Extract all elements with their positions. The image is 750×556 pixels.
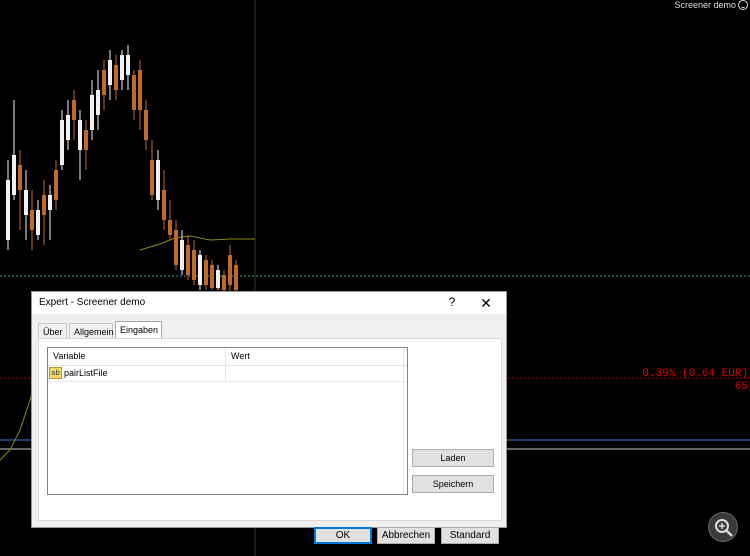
close-button[interactable]: ✕: [478, 295, 494, 311]
candle-body: [114, 65, 118, 90]
candle-body: [48, 195, 52, 210]
candle-body: [222, 275, 226, 290]
dialog-title: Expert - Screener demo: [39, 297, 146, 308]
expert-dialog: Expert - Screener demo ? ✕ Über Allgemei…: [31, 291, 507, 544]
candle-body: [192, 250, 196, 280]
table-row[interactable]: ab pairListFile: [48, 366, 407, 382]
candle-body: [204, 260, 208, 285]
candle-body: [60, 120, 64, 165]
candle-body: [228, 255, 232, 285]
candle-body: [108, 60, 112, 85]
candle-body: [168, 220, 172, 235]
tab-ueber[interactable]: Über: [38, 323, 67, 339]
candle-body: [156, 160, 160, 200]
inputs-table[interactable]: Variable Wert ab pairListFile: [47, 347, 408, 495]
candle-body: [150, 160, 154, 195]
chart-title: Screener demo: [674, 0, 736, 10]
cancel-button[interactable]: Abbrechen: [377, 527, 435, 544]
candle-body: [102, 70, 106, 95]
save-button[interactable]: Speichern: [412, 475, 494, 493]
candles: [6, 45, 238, 291]
column-variable[interactable]: Variable: [53, 351, 85, 361]
candle-body: [12, 155, 16, 195]
table-scrollbar[interactable]: [403, 348, 407, 494]
candle-body: [162, 190, 166, 220]
candle-body: [210, 265, 214, 288]
ok-button[interactable]: OK: [314, 527, 372, 544]
inputs-panel: Variable Wert ab pairListFile Laden Spei…: [38, 338, 502, 521]
candle-body: [198, 255, 202, 285]
tab-eingaben[interactable]: Eingaben: [115, 321, 162, 339]
candle-body: [6, 180, 10, 240]
candle-body: [24, 190, 28, 215]
column-wert[interactable]: Wert: [231, 351, 250, 361]
candle-body: [18, 165, 22, 190]
default-button[interactable]: Standard: [441, 527, 499, 544]
load-button[interactable]: Laden: [412, 449, 494, 467]
candle-body: [42, 195, 46, 215]
string-type-icon: ab: [49, 367, 62, 379]
profit-percent-label: 0.39% (0.64 EUR): [642, 368, 748, 380]
table-header: Variable Wert: [48, 348, 407, 366]
candle-body: [120, 55, 124, 80]
moving-average: [139, 235, 255, 251]
candle-body: [234, 265, 238, 290]
zoom-icon[interactable]: [708, 512, 738, 542]
help-button[interactable]: ?: [444, 295, 460, 311]
candle-body: [216, 270, 220, 288]
candle-body: [138, 70, 142, 110]
candle-body: [144, 110, 148, 140]
candle-body: [36, 210, 40, 235]
candle-body: [180, 240, 184, 270]
candle-body: [96, 90, 100, 115]
row-variable: pairListFile: [64, 368, 108, 378]
candle-body: [132, 75, 136, 110]
smiley-icon: [738, 0, 748, 10]
candle-body: [54, 170, 58, 200]
candle-body: [186, 245, 190, 275]
candle-body: [66, 115, 70, 140]
dialog-titlebar[interactable]: Expert - Screener demo ? ✕: [32, 292, 506, 314]
candle-body: [78, 120, 82, 150]
tab-allgemein[interactable]: Allgemein: [69, 323, 114, 339]
candle-body: [72, 100, 76, 120]
candle-body: [174, 230, 178, 265]
candle-body: [84, 130, 88, 150]
candle-body: [30, 210, 34, 230]
candle-body: [90, 95, 94, 130]
candle-body: [126, 55, 130, 75]
profit-value-label: 65: [734, 381, 748, 393]
dialog-body: Über Allgemein Eingaben Variable Wert ab…: [32, 314, 506, 544]
